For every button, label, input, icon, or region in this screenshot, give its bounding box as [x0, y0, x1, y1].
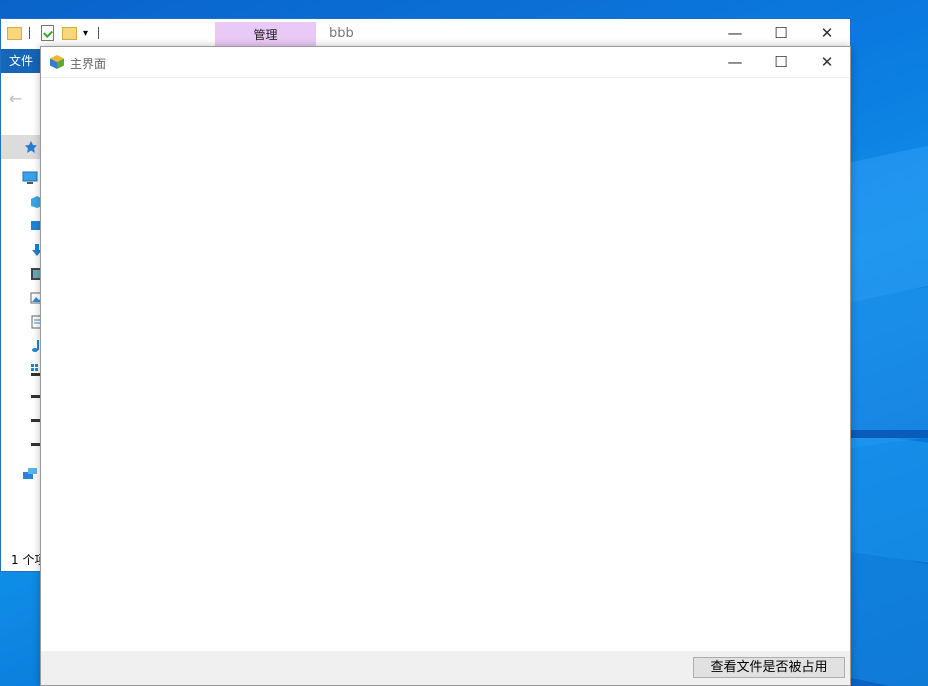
toolbar-separator: [98, 27, 99, 39]
explorer-minimize-button[interactable]: —: [712, 19, 758, 47]
main-close-button[interactable]: ✕: [804, 48, 850, 76]
wallpaper-beam: [848, 281, 928, 449]
explorer-close-button[interactable]: ✕: [804, 19, 850, 47]
quick-access-item[interactable]: [1, 135, 41, 159]
app-icon: [50, 55, 64, 69]
new-folder-icon[interactable]: [62, 27, 77, 40]
main-maximize-button[interactable]: ☐: [758, 48, 804, 76]
explorer-maximize-button[interactable]: ☐: [758, 19, 804, 47]
main-footer-bar: 查看文件是否被占用: [41, 651, 850, 685]
explorer-window-title: bbb: [329, 26, 354, 41]
check-file-in-use-button[interactable]: 查看文件是否被占用: [693, 657, 845, 678]
explorer-titlebar[interactable]: ▾ 管理 bbb — ☐ ✕: [1, 19, 850, 47]
wallpaper-line: [848, 430, 928, 438]
folder-icon: [7, 27, 22, 40]
main-window[interactable]: 主界面 — ☐ ✕ 查看文件是否被占用: [40, 46, 851, 686]
back-arrow-icon[interactable]: ←: [9, 89, 22, 108]
customize-toolbar-dropdown-icon[interactable]: ▾: [83, 29, 88, 39]
main-minimize-button[interactable]: —: [712, 48, 758, 76]
properties-icon[interactable]: [41, 25, 54, 41]
star-icon: [25, 141, 37, 153]
wallpaper-beam: [848, 431, 928, 569]
tab-manage[interactable]: 管理: [215, 22, 316, 47]
main-window-title: 主界面: [70, 57, 107, 71]
network-icon[interactable]: [22, 467, 38, 481]
tab-file[interactable]: 文件: [1, 49, 41, 73]
wallpaper-beam: [848, 547, 928, 686]
toolbar-separator: [29, 27, 30, 39]
main-content-area: [41, 78, 850, 651]
wallpaper-beam: [848, 137, 928, 303]
this-pc-icon[interactable]: [22, 171, 38, 185]
main-window-titlebar[interactable]: 主界面 — ☐ ✕: [41, 47, 850, 78]
